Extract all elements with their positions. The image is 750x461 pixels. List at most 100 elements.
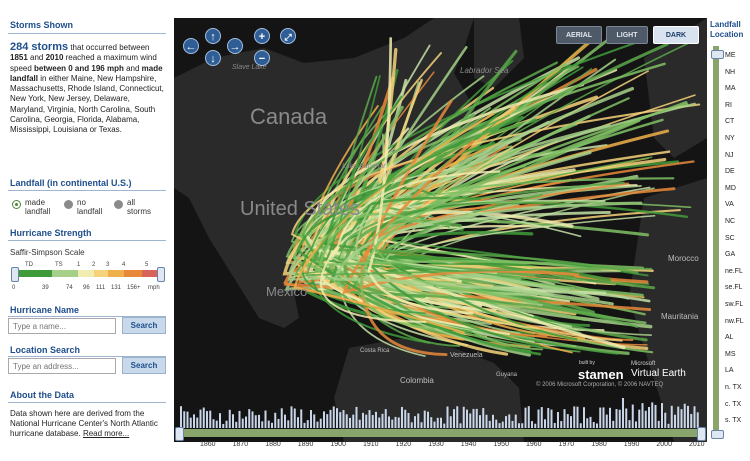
state-label[interactable]: NY — [725, 135, 735, 142]
radio-made-landfall[interactable]: made landfall — [12, 198, 50, 216]
location-search-input[interactable] — [8, 358, 116, 374]
zoom-in-icon[interactable]: + — [254, 28, 270, 44]
state-label[interactable]: ne.FL — [725, 268, 743, 275]
speed-label: 74 — [66, 285, 73, 291]
location-search-button[interactable]: Search — [122, 357, 166, 374]
year-label: 1870 — [232, 441, 249, 448]
state-label[interactable]: c. TX — [725, 401, 741, 408]
pan-up-icon[interactable]: ↑ — [205, 28, 221, 44]
pan-down-icon[interactable]: ↓ — [205, 50, 221, 66]
speed-label: 156+ — [127, 285, 141, 291]
cat-4-swatch — [124, 270, 142, 277]
control-panel: Storms Shown 284 storms that occurred be… — [0, 0, 172, 461]
read-more-link[interactable]: Read more... — [83, 429, 129, 438]
state-label[interactable]: s. TX — [725, 417, 741, 424]
fullscreen-icon[interactable]: ⤢ — [280, 28, 296, 44]
year-label: 1930 — [428, 441, 444, 448]
year-label: 1890 — [297, 441, 314, 448]
category-label: 4 — [122, 262, 126, 268]
state-label[interactable]: MS — [725, 351, 736, 358]
state-label[interactable]: GA — [725, 251, 735, 258]
strength-min-handle[interactable] — [11, 267, 19, 282]
divider — [8, 402, 166, 403]
label-mauritania: Mauritania — [661, 312, 699, 321]
dark-button[interactable]: DARK — [653, 26, 699, 44]
storm-count: 284 storms — [10, 41, 69, 53]
label-mexico: Mexico — [266, 284, 308, 299]
speed-label: 39 — [42, 285, 49, 291]
state-label[interactable]: NC — [725, 218, 735, 225]
hurricane-strength-heading: Hurricane Strength — [10, 228, 92, 238]
state-label[interactable]: n. TX — [725, 384, 742, 391]
state-label[interactable]: NH — [725, 69, 735, 76]
map-canvas — [174, 18, 707, 442]
state-label[interactable]: AL — [725, 334, 734, 341]
hurricane-name-heading: Hurricane Name — [10, 305, 80, 315]
label-costa-rica: Costa Rica — [360, 348, 390, 354]
year-label: 2000 — [656, 441, 672, 448]
about-text: Data shown here are derived from the Nat… — [10, 409, 158, 438]
category-color-bar — [16, 270, 160, 277]
hurricane-name-input[interactable] — [8, 318, 116, 334]
label-guyana: Guyana — [496, 372, 518, 378]
label-venezuela: Venezuela — [450, 352, 483, 359]
virtual-earth-logo: Virtual Earth — [631, 368, 686, 379]
state-label[interactable]: LA — [725, 367, 734, 374]
label-colombia: Colombia — [400, 376, 434, 385]
pan-right-icon[interactable]: → — [227, 38, 243, 54]
map-view[interactable]: Canada United States Mexico Labrador Sea… — [174, 18, 707, 442]
label-canada: Canada — [250, 104, 328, 129]
label-united-states: United States — [240, 198, 361, 220]
year-label: 1880 — [265, 441, 281, 448]
state-label[interactable]: MD — [725, 185, 736, 192]
storms-shown-heading: Storms Shown — [10, 20, 74, 30]
cat-2-swatch — [94, 270, 108, 277]
divider — [8, 190, 166, 191]
state-label[interactable]: se.FL — [725, 284, 743, 291]
state-label[interactable]: sw.FL — [725, 301, 743, 308]
speed-label: 96 — [83, 285, 90, 291]
radio-all-storms[interactable]: all storms — [114, 198, 151, 216]
state-label[interactable]: ME — [725, 52, 736, 59]
radio-no-landfall[interactable]: no landfall — [64, 198, 102, 216]
end-year: 2010 — [45, 53, 64, 63]
year-end-handle[interactable] — [697, 427, 706, 441]
location-search-heading: Location Search — [10, 345, 81, 355]
saffir-simpson-label: Saffir-Simpson Scale — [10, 248, 85, 257]
stamen-logo: stamen — [578, 367, 624, 382]
microsoft-label: Microsoft — [631, 361, 656, 367]
radio-selected-icon — [12, 200, 21, 209]
pan-left-icon[interactable]: ← — [183, 38, 199, 54]
state-label[interactable]: SC — [725, 235, 735, 242]
year-label: 1950 — [493, 441, 509, 448]
state-label[interactable]: NJ — [725, 152, 734, 159]
state-label[interactable]: nw.FL — [725, 318, 744, 325]
label-lake-superior: Lake Superior — [342, 163, 386, 170]
year-label: 1970 — [558, 441, 575, 448]
state-label[interactable]: RI — [725, 102, 732, 109]
state-label[interactable]: CT — [725, 118, 734, 125]
light-button[interactable]: LIGHT — [606, 26, 648, 44]
speed-label: 111 — [96, 285, 106, 291]
built-by-label: built by — [579, 360, 595, 366]
storms-summary: 284 storms that occurred between 1851 an… — [10, 41, 164, 135]
label-labrador-sea: Labrador Sea — [460, 66, 509, 75]
year-label: 1980 — [591, 441, 607, 448]
state-label[interactable]: VA — [725, 201, 734, 208]
cat-3-swatch — [108, 270, 124, 277]
cat-td-swatch — [16, 270, 52, 277]
zoom-out-icon[interactable]: − — [254, 50, 270, 66]
radio-icon — [114, 200, 123, 209]
divider — [8, 33, 166, 34]
year-start-handle[interactable] — [175, 427, 184, 441]
state-label[interactable]: DE — [725, 168, 735, 175]
state-top-handle[interactable] — [711, 50, 724, 59]
aerial-button[interactable]: AERIAL — [556, 26, 602, 44]
speed-label: 131 — [111, 285, 122, 291]
category-label: 1 — [77, 262, 81, 268]
strength-max-handle[interactable] — [157, 267, 165, 282]
map-copyright: © 2006 Microsoft Corporation, © 2006 NAV… — [536, 382, 664, 388]
hurricane-search-button[interactable]: Search — [122, 317, 166, 334]
state-label[interactable]: MA — [725, 85, 736, 92]
state-bottom-handle[interactable] — [711, 430, 724, 439]
